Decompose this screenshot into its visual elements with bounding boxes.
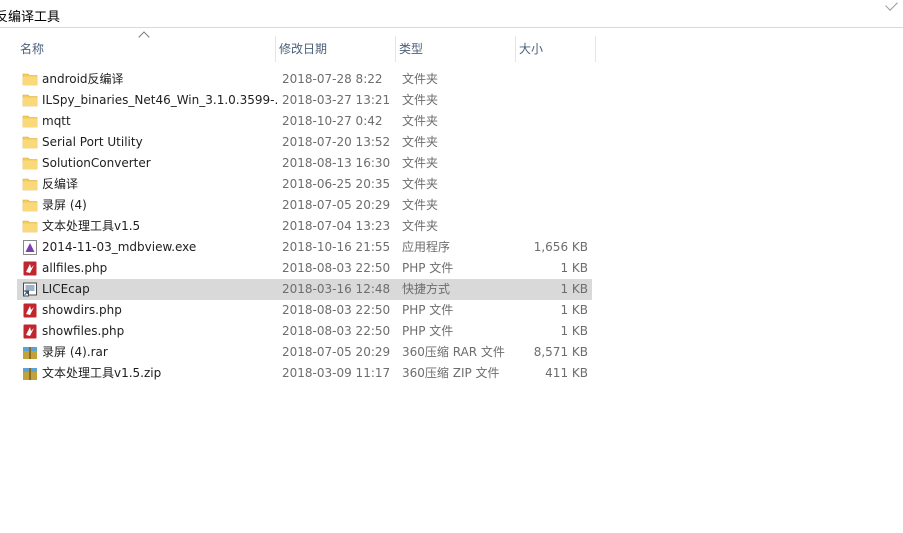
file-size [487, 111, 588, 132]
file-name: LICEcap [42, 282, 90, 296]
folder-icon [22, 198, 38, 213]
php-file-icon [22, 261, 38, 276]
file-row[interactable]: 2014-11-03_mdbview.exe 2018-10-16 21:55 应用… [17, 237, 592, 258]
file-name: 录屏 (4) [42, 198, 87, 212]
file-name: 录屏 (4).rar [42, 345, 108, 359]
chevron-down-icon[interactable] [885, 0, 898, 11]
folder-icon [22, 93, 38, 108]
column-header-date[interactable]: 修改日期 [276, 36, 396, 62]
file-name: 2014-11-03_mdbview.exe [42, 240, 197, 254]
file-name: 文本处理工具v1.5 [42, 219, 141, 233]
column-header-type-label: 类型 [399, 42, 424, 56]
column-header-type[interactable]: 类型 [396, 36, 516, 62]
file-name: Serial Port Utility [42, 135, 143, 149]
file-date: 2018-10-16 21:55 [282, 240, 391, 254]
zip-archive-icon [22, 366, 38, 381]
column-header-date-label: 修改日期 [279, 42, 328, 56]
file-name: android反编译 [42, 72, 124, 86]
file-date: 2018-07-05 20:29 [282, 198, 391, 212]
file-name: 文本处理工具v1.5.zip [42, 366, 162, 380]
file-row[interactable]: SolutionConverter 2018-08-13 16:30 文件夹 [17, 153, 592, 174]
column-header-size[interactable]: 大小 [516, 36, 596, 62]
file-size: 411 KB [545, 366, 588, 380]
file-name: mqtt [42, 114, 71, 128]
file-row[interactable]: 录屏 (4).rar 2018-07-05 20:29 360压缩 RAR 文件 8,… [17, 342, 592, 363]
file-row[interactable]: allfiles.php 2018-08-03 22:50 PHP 文件 1 KB [17, 258, 592, 279]
file-row[interactable]: showdirs.php 2018-08-03 22:50 PHP 文件 1 KB [17, 300, 592, 321]
file-date: 2018-07-05 20:29 [282, 345, 391, 359]
file-size [487, 153, 588, 174]
file-name: 反编译 [42, 177, 79, 191]
column-header-name-label: 名称 [20, 42, 45, 56]
file-row[interactable]: ILSpy_binaries_Net46_Win_3.1.0.3599-... 2… [17, 90, 592, 111]
exe-icon [22, 240, 38, 255]
address-bar[interactable]: 反编译工具 [0, 0, 903, 28]
file-date: 2018-06-25 20:35 [282, 177, 391, 191]
file-size: 8,571 KB [533, 345, 588, 359]
file-date: 2018-08-03 22:50 [282, 261, 391, 275]
file-row[interactable]: mqtt 2018-10-27 0:42 文件夹 [17, 111, 592, 132]
file-date: 2018-07-20 13:52 [282, 135, 391, 149]
file-date: 2018-03-16 12:48 [282, 282, 391, 296]
folder-icon [22, 156, 38, 171]
file-name: ILSpy_binaries_Net46_Win_3.1.0.3599-... [42, 93, 277, 107]
file-row[interactable]: 录屏 (4) 2018-07-05 20:29 文件夹 [17, 195, 592, 216]
file-row[interactable]: android反编译 2018-07-28 8:22 文件夹 [17, 69, 592, 90]
file-date: 2018-10-27 0:42 [282, 114, 383, 128]
file-date: 2018-07-04 13:23 [282, 219, 391, 233]
file-size [487, 69, 588, 90]
file-date: 2018-08-03 22:50 [282, 303, 391, 317]
php-file-icon [22, 303, 38, 318]
shortcut-icon [22, 282, 38, 297]
file-name: allfiles.php [42, 261, 108, 275]
file-date: 2018-03-09 11:17 [282, 366, 391, 380]
file-name: showfiles.php [42, 324, 125, 338]
file-name: SolutionConverter [42, 156, 151, 170]
rar-archive-icon [22, 345, 38, 360]
file-size [487, 90, 588, 111]
column-header-name[interactable]: 名称 [17, 36, 276, 62]
folder-icon [22, 177, 38, 192]
file-size: 1 KB [560, 303, 588, 317]
file-size [487, 195, 588, 216]
folder-icon [22, 135, 38, 150]
file-row[interactable]: LICEcap 2018-03-16 12:48 快捷方式 1 KB [17, 279, 592, 300]
folder-icon [22, 72, 38, 87]
column-header-size-label: 大小 [519, 42, 544, 56]
file-date: 2018-07-28 8:22 [282, 72, 383, 86]
file-date: 2018-08-13 16:30 [282, 156, 391, 170]
file-date: 2018-03-27 13:21 [282, 93, 391, 107]
file-size [487, 132, 588, 153]
file-size: 1 KB [560, 282, 588, 296]
column-header-row: 名称 修改日期 类型 大小 [17, 36, 597, 62]
php-file-icon [22, 324, 38, 339]
file-name: showdirs.php [42, 303, 122, 317]
file-row[interactable]: 反编译 2018-06-25 20:35 文件夹 [17, 174, 592, 195]
file-size: 1 KB [560, 324, 588, 338]
folder-icon [22, 114, 38, 129]
file-list: android反编译 2018-07-28 8:22 文件夹 ILSpy_binari… [17, 69, 592, 384]
file-row[interactable]: Serial Port Utility 2018-07-20 13:52 文件夹 [17, 132, 592, 153]
file-row[interactable]: 文本处理工具v1.5.zip 2018-03-09 11:17 360压缩 ZIP … [17, 363, 592, 384]
file-size: 1 KB [560, 261, 588, 275]
file-date: 2018-08-03 22:50 [282, 324, 391, 338]
folder-icon [22, 219, 38, 234]
file-row[interactable]: showfiles.php 2018-08-03 22:50 PHP 文件 1 KB [17, 321, 592, 342]
file-row[interactable]: 文本处理工具v1.5 2018-07-04 13:23 文件夹 [17, 216, 592, 237]
file-size [487, 216, 588, 237]
file-size [487, 174, 588, 195]
breadcrumb-current[interactable]: 反编译工具 [0, 6, 60, 25]
file-size: 1,656 KB [533, 240, 588, 254]
